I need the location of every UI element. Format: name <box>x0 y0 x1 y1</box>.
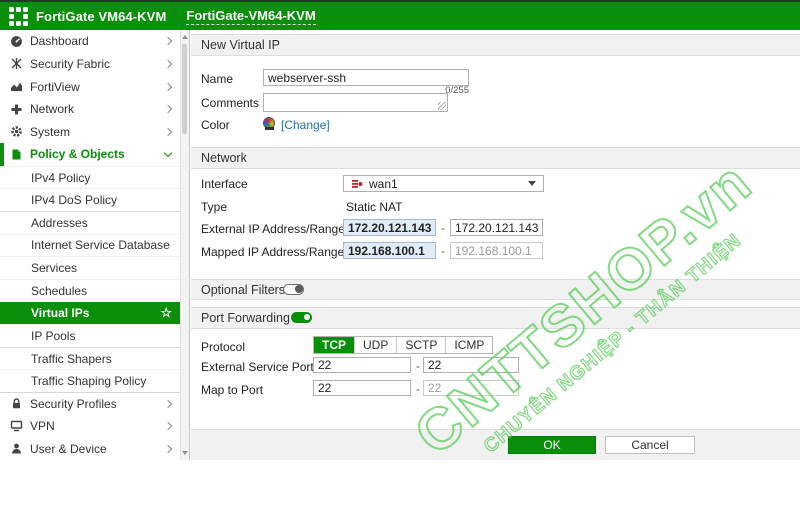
chevron-right-icon <box>163 82 173 91</box>
chart-icon <box>10 80 30 93</box>
fabric-icon <box>10 57 30 70</box>
chevron-right-icon <box>163 37 173 46</box>
app-title: FortiGate VM64-KVM <box>36 8 167 24</box>
lock-icon <box>10 397 30 410</box>
top-bar: FortiGate VM64-KVM FortiGate-VM64-KVM <box>0 0 800 30</box>
port-forwarding-label: Port Forwarding <box>201 311 290 325</box>
color-change-link[interactable]: [Change] <box>281 118 330 132</box>
scroll-up-icon[interactable] <box>182 35 188 39</box>
policy-doc-icon <box>10 148 30 161</box>
port-forwarding-toggle[interactable] <box>291 312 312 323</box>
external-ip-label: External IP Address/Range <box>201 222 345 236</box>
sidebar-item-virtual-ips[interactable]: Virtual IPs ☆ <box>0 301 181 325</box>
gauge-icon <box>10 35 30 48</box>
comments-label: Comments <box>201 96 260 110</box>
name-label: Name <box>201 72 234 86</box>
gear-icon <box>10 125 30 138</box>
chevron-right-icon <box>163 127 173 137</box>
protocol-option-sctp[interactable]: SCTP <box>397 337 447 353</box>
external-ip-from-input[interactable] <box>343 219 436 236</box>
color-label: Color <box>201 118 230 132</box>
sidebar-item-traffic-shaping-policy[interactable]: Traffic Shaping Policy <box>0 369 181 392</box>
page-title: New Virtual IP <box>191 34 800 56</box>
interface-select[interactable]: wan1 <box>343 175 544 192</box>
chevron-right-icon <box>163 399 173 409</box>
mapped-ip-to-input[interactable] <box>450 242 543 259</box>
sidebar-item-fortiview[interactable]: FortiView <box>0 75 181 98</box>
map-to-port-to-input[interactable] <box>423 380 519 396</box>
scrollbar-thumb[interactable] <box>182 44 187 134</box>
sidebar-nav: Dashboard Security Fabric FortiView Netw… <box>0 30 190 460</box>
range-dash: - <box>416 382 420 396</box>
interface-label: Interface <box>201 177 248 191</box>
type-label: Type <box>201 200 228 214</box>
type-value: Static NAT <box>346 200 403 214</box>
dropdown-caret-icon <box>528 181 536 186</box>
resize-grip-icon[interactable] <box>438 102 446 110</box>
range-dash: - <box>441 244 445 258</box>
optional-filters-toggle[interactable] <box>283 284 304 295</box>
name-input[interactable] <box>263 69 469 86</box>
favorite-star-icon[interactable]: ☆ <box>160 305 172 321</box>
user-icon <box>10 442 30 455</box>
hostname-tab[interactable]: FortiGate-VM64-KVM <box>186 8 316 25</box>
protocol-segmented-control: TCP UDP SCTP ICMP <box>313 336 494 354</box>
sidebar-item-vpn[interactable]: VPN <box>0 415 181 438</box>
sidebar-item-internet-service-database[interactable]: Internet Service Database <box>0 233 181 257</box>
sidebar-item-system[interactable]: System <box>0 121 181 144</box>
fortinet-logo-icon <box>9 6 28 26</box>
sidebar-scrollbar[interactable] <box>180 30 189 460</box>
sidebar-item-dashboard[interactable]: Dashboard <box>0 30 181 53</box>
sidebar-item-security-profiles[interactable]: Security Profiles <box>0 392 181 415</box>
sidebar-item-traffic-shapers[interactable]: Traffic Shapers <box>0 346 181 370</box>
sidebar-item-schedules[interactable]: Schedules <box>0 278 181 302</box>
sidebar-item-ip-pools[interactable]: IP Pools <box>0 324 181 347</box>
action-bar: OK Cancel <box>191 429 800 460</box>
scroll-down-icon[interactable] <box>182 451 188 455</box>
chevron-down-icon <box>163 148 173 158</box>
sidebar-item-user-device[interactable]: User & Device <box>0 437 181 460</box>
external-service-port-label: External Service Port <box>201 360 314 374</box>
monitor-icon <box>10 419 30 432</box>
sidebar-item-network[interactable]: Network <box>0 98 181 121</box>
protocol-label: Protocol <box>201 340 246 354</box>
range-dash: - <box>416 359 420 373</box>
chevron-right-icon <box>163 421 173 431</box>
sidebar-item-security-fabric[interactable]: Security Fabric <box>0 53 181 76</box>
port-forwarding-bar: Port Forwarding <box>191 307 800 329</box>
sidebar-item-services[interactable]: Services <box>0 256 181 279</box>
network-plus-icon <box>10 103 30 116</box>
map-to-port-from-input[interactable] <box>313 380 411 396</box>
protocol-option-icmp[interactable]: ICMP <box>446 337 492 353</box>
sidebar-item-addresses[interactable]: Addresses <box>0 211 181 234</box>
interface-value: wan1 <box>369 176 398 191</box>
optional-filters-label: Optional Filters <box>201 282 286 297</box>
range-dash: - <box>441 221 445 235</box>
color-wheel-icon[interactable] <box>263 117 275 130</box>
sidebar-item-policy-objects[interactable]: Policy & Objects <box>0 143 181 166</box>
chevron-right-icon <box>163 104 173 114</box>
map-to-port-label: Map to Port <box>201 383 264 397</box>
external-service-port-from-input[interactable] <box>313 357 411 373</box>
sidebar-item-ipv4-policy[interactable]: IPv4 Policy <box>0 165 181 189</box>
sidebar-item-ipv4-dos-policy[interactable]: IPv4 DoS Policy <box>0 188 181 211</box>
protocol-option-udp[interactable]: UDP <box>355 337 398 353</box>
ok-button[interactable]: OK <box>508 436 596 454</box>
network-section-title: Network <box>191 147 800 169</box>
comments-textarea[interactable] <box>263 93 448 112</box>
external-ip-to-input[interactable] <box>450 219 543 236</box>
chevron-right-icon <box>163 444 173 453</box>
external-service-port-to-input[interactable] <box>423 357 519 373</box>
wan-interface-icon <box>351 178 363 190</box>
main-content: New Virtual IP Name 0/255 Comments Color… <box>191 30 800 468</box>
mapped-ip-label: Mapped IP Address/Range <box>201 245 345 259</box>
protocol-option-tcp[interactable]: TCP <box>314 337 355 353</box>
cancel-button[interactable]: Cancel <box>605 436 695 454</box>
chevron-right-icon <box>163 59 173 69</box>
mapped-ip-from-input[interactable] <box>343 242 436 259</box>
